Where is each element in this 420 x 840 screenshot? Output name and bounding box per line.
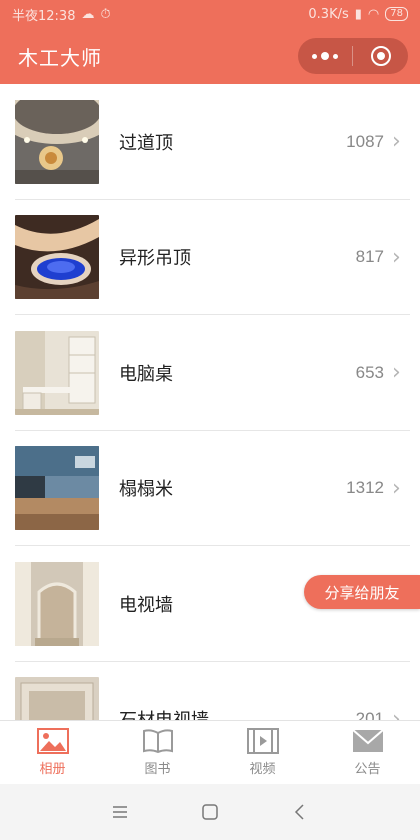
page-title: 木工大师: [18, 45, 102, 70]
dot-icon: [333, 53, 338, 59]
chevron-right-icon: ›: [392, 360, 401, 386]
tab-label: 相册: [39, 762, 66, 777]
list-item[interactable]: 过道顶 1087 ›: [0, 84, 420, 200]
item-count: 201: [355, 709, 384, 720]
system-nav-bar: [0, 784, 420, 840]
tab-label: 图书: [144, 762, 171, 777]
battery-icon: 78: [385, 7, 408, 21]
chevron-right-icon: ›: [392, 129, 401, 155]
signal-icon: ▮: [354, 6, 362, 22]
book-icon: [142, 729, 173, 754]
item-title: 过道顶: [119, 132, 173, 154]
item-count: 653: [355, 362, 384, 382]
tab-label: 视频: [249, 762, 276, 777]
more-menu-button[interactable]: [298, 38, 352, 74]
list-item[interactable]: 石材电视墙 201 ›: [0, 662, 420, 720]
home-icon[interactable]: [201, 803, 219, 821]
wifi-icon: ◠: [367, 6, 380, 22]
tab-notices[interactable]: 公告: [315, 721, 420, 784]
menu-icon[interactable]: [111, 804, 129, 820]
network-speed: 0.3K/s: [308, 6, 349, 22]
item-title: 电脑桌: [119, 363, 173, 385]
miniprogram-capsule: [298, 38, 408, 74]
chevron-right-icon: ›: [392, 244, 401, 270]
close-miniprogram-button[interactable]: [353, 38, 408, 74]
thumbnail-image: [15, 446, 99, 531]
item-count: 817: [355, 247, 384, 267]
back-icon[interactable]: [291, 803, 309, 821]
thumbnail-image: [15, 99, 99, 184]
list-item[interactable]: 榻榻米 1312 ›: [0, 431, 420, 547]
status-time: 半夜12:38: [12, 8, 76, 24]
share-button[interactable]: 分享给朋友: [304, 575, 420, 609]
thumbnail-image: [15, 330, 99, 415]
video-icon: [246, 728, 279, 754]
dot-icon: [321, 52, 329, 60]
close-target-icon: [370, 46, 391, 66]
chevron-right-icon: ›: [392, 706, 401, 720]
album-list: 过道顶 1087 › 异形吊顶 817 › 电脑桌 653 › 榻榻米 1312…: [0, 84, 420, 720]
mail-icon: [351, 729, 384, 752]
tab-books[interactable]: 图书: [105, 721, 210, 784]
item-title: 异形吊顶: [119, 248, 191, 270]
item-count: 1087: [346, 131, 384, 151]
tab-videos[interactable]: 视频: [210, 721, 315, 784]
item-title: 石材电视墙: [119, 706, 356, 720]
list-item[interactable]: 异形吊顶 817 ›: [0, 200, 420, 316]
cloud-icon: ☁: [81, 6, 95, 22]
status-right: 0.3K/s ▮ ◠ 78: [308, 7, 408, 22]
item-title: 榻榻米: [119, 479, 173, 501]
tab-label: 公告: [354, 762, 381, 777]
list-item[interactable]: 电脑桌 653 ›: [0, 315, 420, 431]
thumbnail-image: [15, 677, 99, 720]
chevron-right-icon: ›: [392, 475, 401, 501]
thumbnail-image: [15, 215, 99, 300]
dot-icon: [312, 53, 317, 59]
status-bar: 半夜12:38 ☁ ⏱ 0.3K/s ▮ ◠ 78: [0, 0, 420, 28]
notification-icon: ⏱: [100, 6, 111, 22]
status-left: 半夜12:38 ☁ ⏱: [12, 5, 111, 24]
item-count: 1312: [346, 478, 384, 498]
tab-album[interactable]: 相册: [0, 721, 105, 784]
thumbnail-image: [15, 561, 99, 646]
app-header: 木工大师: [0, 28, 420, 84]
tab-bar: 相册 图书 视频 公告: [0, 720, 420, 784]
album-icon: [36, 728, 69, 754]
